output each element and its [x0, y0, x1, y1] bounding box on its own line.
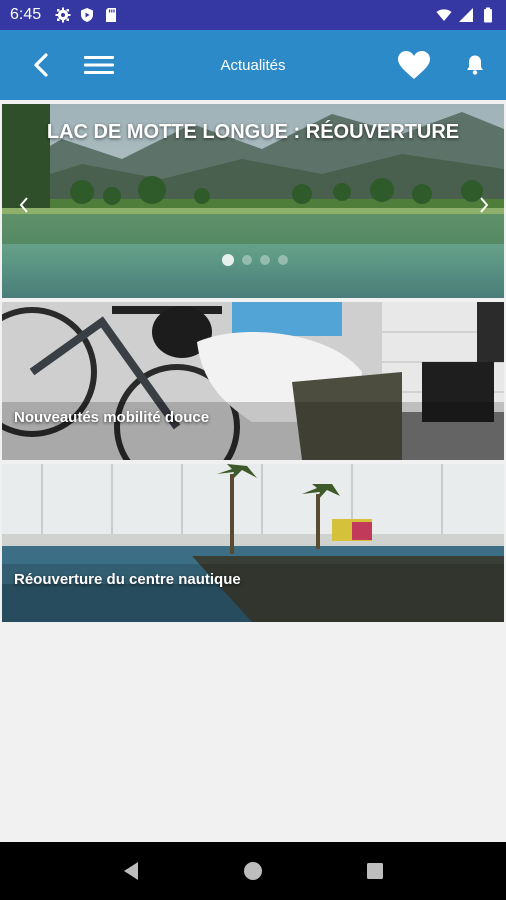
status-icons-right [436, 7, 496, 23]
sd-card-icon [106, 8, 117, 22]
nav-back-button[interactable] [111, 851, 151, 891]
carousel-prev-button[interactable] [12, 190, 36, 220]
favorites-button[interactable] [384, 30, 444, 100]
wifi-icon [436, 9, 452, 21]
menu-button[interactable] [84, 30, 114, 100]
news-card[interactable]: Réouverture du centre nautique [2, 464, 504, 622]
news-feed: LAC DE MOTTE LONGUE : RÉOUVERTURE Nouvea… [0, 100, 506, 842]
notifications-button[interactable] [444, 30, 506, 100]
battery-icon [484, 7, 492, 23]
carousel-dot[interactable] [260, 255, 270, 265]
chevron-left-icon [19, 197, 28, 213]
nav-home-button[interactable] [233, 851, 273, 891]
status-time: 6:45 [10, 6, 42, 23]
shield-icon [81, 8, 94, 22]
bicycle-repair-photo [2, 302, 504, 460]
triangle-back-icon [124, 862, 138, 880]
carousel-indicator [222, 254, 288, 266]
system-navigation-bar [0, 842, 506, 900]
chevron-left-icon [34, 53, 48, 77]
carousel-dot[interactable] [278, 255, 288, 265]
circle-home-icon [244, 862, 262, 880]
app-bar-actions [384, 30, 506, 100]
bell-icon [467, 55, 483, 75]
signal-icon [459, 8, 473, 22]
status-icons-left [55, 7, 119, 23]
app-bar: Actualités [0, 30, 506, 100]
carousel-dot[interactable] [222, 254, 234, 266]
nav-recents-button[interactable] [355, 851, 395, 891]
square-recents-icon [367, 863, 383, 879]
news-card-title: Réouverture du centre nautique [14, 571, 241, 588]
news-card[interactable]: Nouveautés mobilité douce [2, 302, 504, 460]
chevron-right-icon [480, 197, 489, 213]
back-button[interactable] [0, 30, 84, 100]
hamburger-icon [84, 56, 114, 74]
carousel-dot[interactable] [242, 255, 252, 265]
aquatic-center-photo [2, 464, 504, 622]
gear-icon [55, 7, 71, 23]
carousel-title: LAC DE MOTTE LONGUE : RÉOUVERTURE [46, 121, 460, 143]
carousel-next-button[interactable] [472, 190, 496, 220]
status-bar: 6:45 [0, 0, 506, 30]
heart-icon [398, 51, 430, 79]
news-card-title: Nouveautés mobilité douce [14, 409, 210, 426]
carousel-card[interactable]: LAC DE MOTTE LONGUE : RÉOUVERTURE [2, 104, 504, 298]
